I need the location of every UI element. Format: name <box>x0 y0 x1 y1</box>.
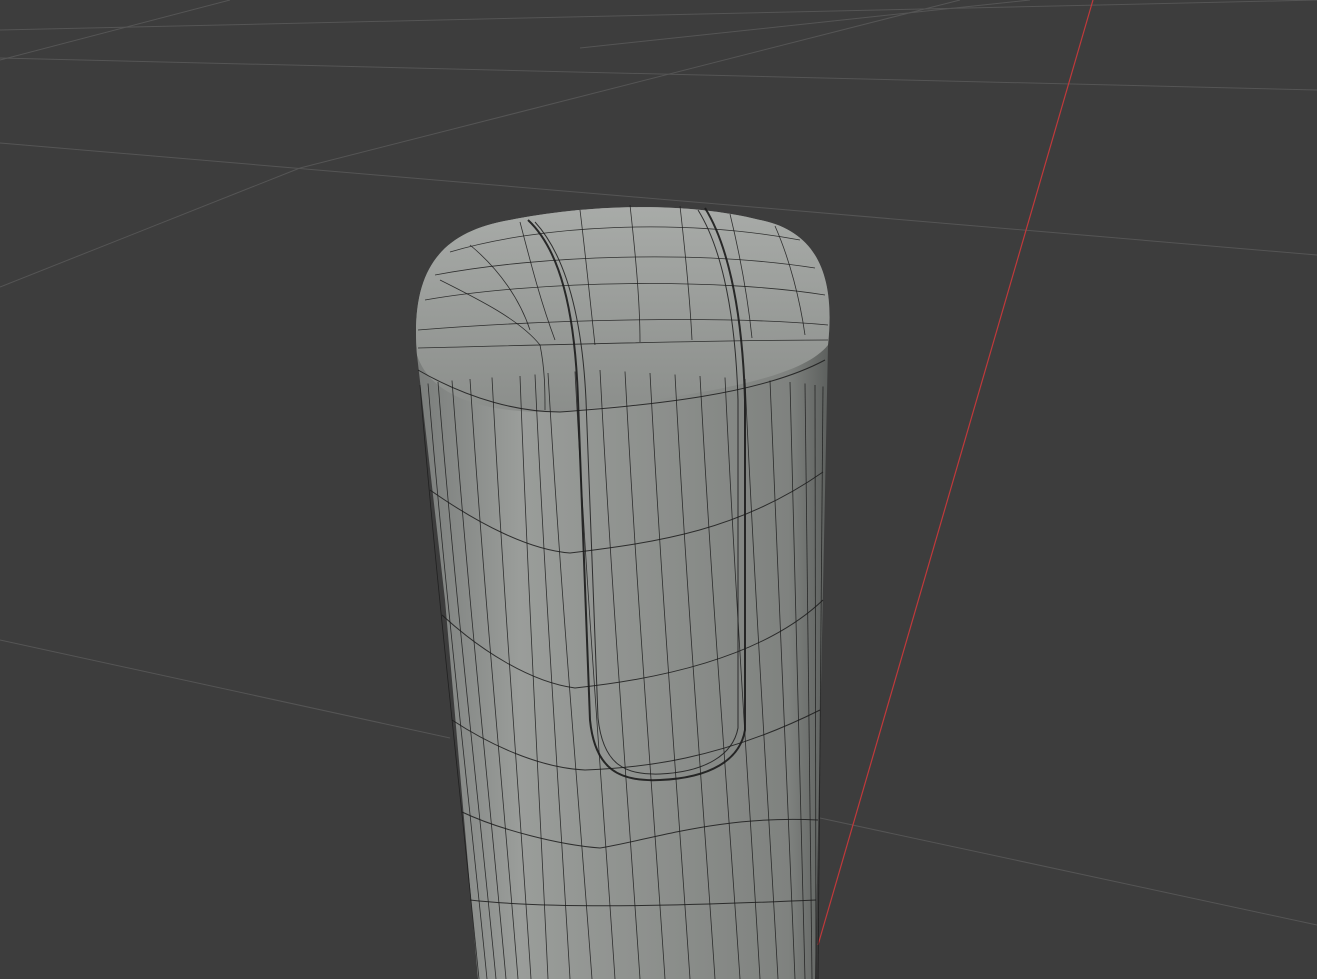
x-axis-line <box>817 0 1094 946</box>
3d-viewport[interactable] <box>0 0 1317 979</box>
viewport-canvas[interactable] <box>0 0 1317 979</box>
grid-line <box>0 57 1317 91</box>
grid-line <box>0 0 231 61</box>
grid-line <box>0 639 451 739</box>
grid-line <box>579 0 1031 49</box>
grid-line <box>0 167 301 288</box>
grid-line <box>819 817 1317 926</box>
grid-line <box>0 0 1317 31</box>
grid-line <box>299 0 961 169</box>
mesh-object[interactable] <box>416 204 830 979</box>
